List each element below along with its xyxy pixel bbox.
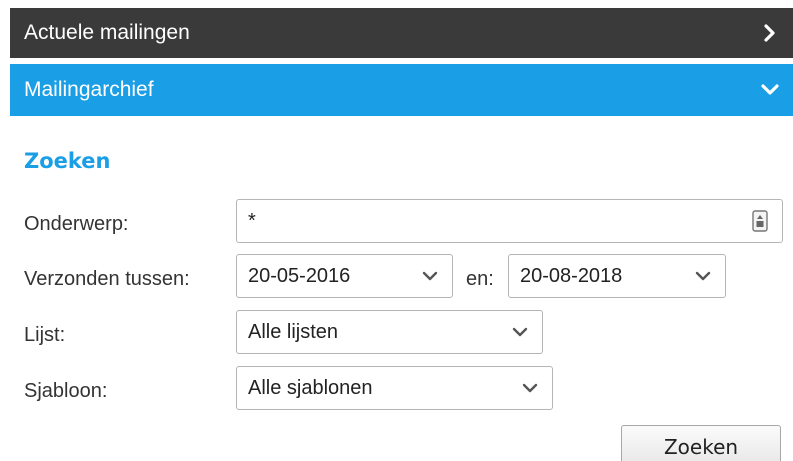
template-select-value: Alle sjablonen	[248, 376, 373, 399]
date-to-select[interactable]: 20-08-2018	[508, 254, 726, 298]
caret-down-icon	[422, 271, 438, 281]
chevron-down-icon	[761, 84, 779, 95]
accordion-current-mailings[interactable]: Actuele mailingen	[10, 8, 793, 58]
subject-input[interactable]: *	[236, 199, 783, 243]
accordion-archive-label: Mailingarchief	[24, 78, 154, 101]
template-label: Sjabloon:	[24, 380, 108, 402]
text-field-icon	[752, 210, 768, 232]
search-section-title: Zoeken	[24, 149, 111, 173]
caret-down-icon	[695, 271, 711, 281]
date-to-value: 20-08-2018	[520, 264, 623, 287]
accordion-mailing-archive[interactable]: Mailingarchief	[10, 64, 793, 116]
template-select[interactable]: Alle sjablonen	[236, 366, 553, 410]
search-button[interactable]: Zoeken	[621, 425, 781, 461]
subject-label: Onderwerp:	[24, 213, 129, 235]
sent-between-label: Verzonden tussen:	[24, 268, 190, 290]
chevron-right-icon	[764, 24, 775, 42]
accordion-current-label: Actuele mailingen	[24, 21, 190, 44]
caret-down-icon	[522, 383, 538, 393]
subject-input-value: *	[248, 209, 256, 232]
mailing-panel: Actuele mailingen Mailingarchief Zoeken …	[0, 0, 793, 461]
date-and-label: en:	[466, 268, 494, 290]
date-from-value: 20-05-2016	[248, 264, 351, 287]
list-label: Lijst:	[24, 324, 66, 346]
list-select[interactable]: Alle lijsten	[236, 310, 543, 354]
date-from-select[interactable]: 20-05-2016	[236, 254, 453, 298]
caret-down-icon	[512, 327, 528, 337]
list-select-value: Alle lijsten	[248, 320, 339, 343]
